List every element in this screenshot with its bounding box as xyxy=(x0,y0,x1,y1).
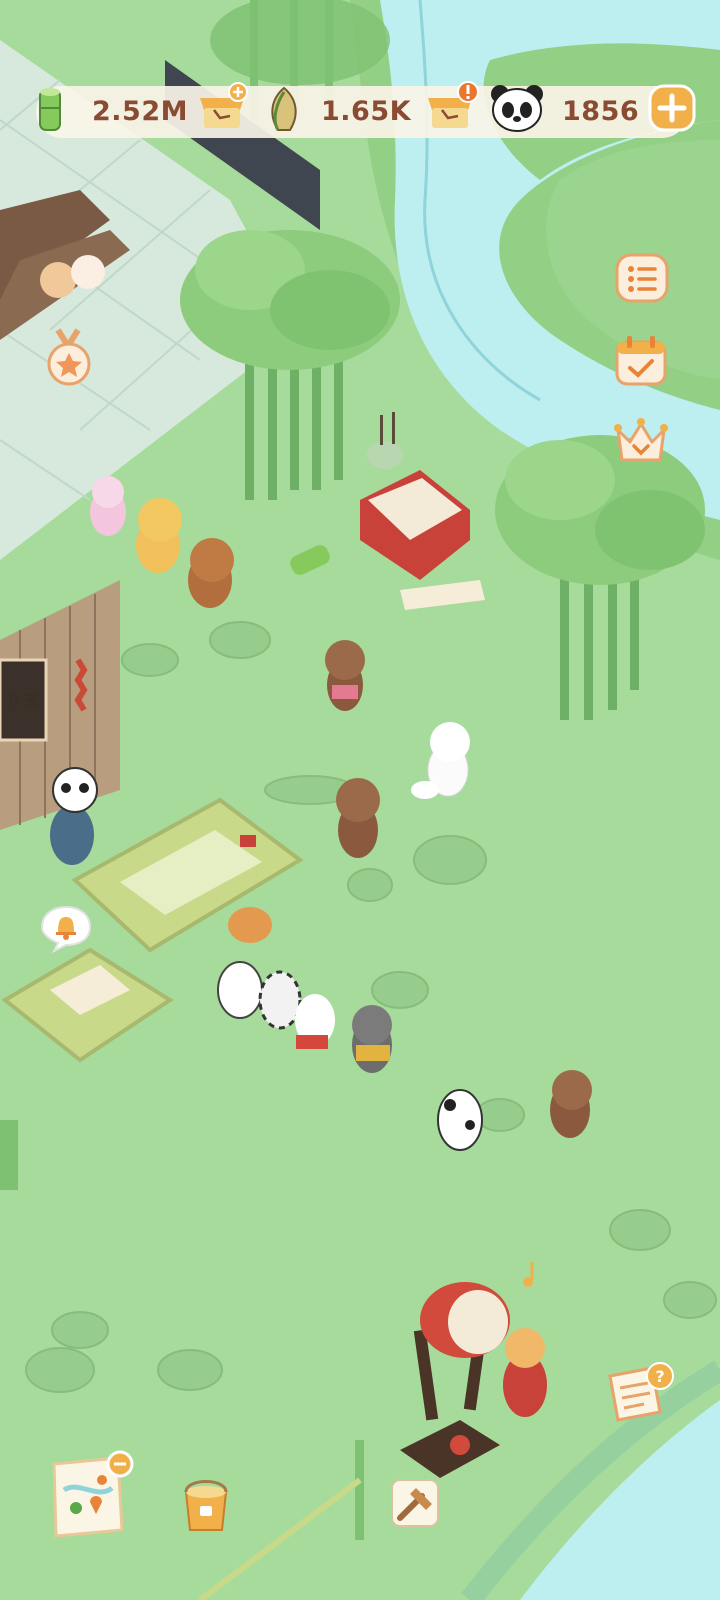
wooden-sign-text: ㄗ 天 xyxy=(4,692,39,710)
star-medal-icon[interactable] xyxy=(44,328,94,388)
bamboo-shoot-amount: 1.65K xyxy=(321,96,412,127)
bamboo-shoot-icon xyxy=(271,86,297,131)
hammer-tools-button[interactable] xyxy=(386,1474,444,1536)
monkey-drummer-npc xyxy=(503,1328,547,1417)
list-menu-icon[interactable] xyxy=(614,252,670,308)
add-panda-button[interactable] xyxy=(648,84,696,132)
world-map-button[interactable] xyxy=(48,1450,138,1542)
svg-text:?: ? xyxy=(655,1367,664,1386)
pink-rabbit-npc xyxy=(90,476,126,536)
bell-notification-icon[interactable] xyxy=(40,905,92,953)
paint-bucket-decorate-button[interactable] xyxy=(176,1472,236,1536)
bamboo-stump xyxy=(0,1120,18,1190)
crown-ranking-icon[interactable] xyxy=(612,414,670,468)
brown-bear-npc-1 xyxy=(188,538,234,608)
add-bamboo-shop-button[interactable] xyxy=(194,80,250,136)
tiger-npc xyxy=(136,498,182,573)
calendar-checkin-icon[interactable] xyxy=(612,334,670,388)
panda-count: 1856 xyxy=(562,96,640,127)
dalmatian-npc xyxy=(437,1089,483,1151)
brown-dog-npc-2 xyxy=(336,778,380,858)
bear-npc xyxy=(40,262,76,298)
task-notepad-help-button[interactable]: ? xyxy=(604,1358,676,1426)
shoot-shop-button[interactable] xyxy=(422,80,482,136)
rabbit-npc xyxy=(71,255,105,289)
bamboo-icon xyxy=(39,88,61,131)
brush-pot xyxy=(367,441,403,469)
panda-face-icon xyxy=(491,85,543,132)
brown-dog-npc-1 xyxy=(325,640,365,711)
bamboo-amount: 2.52M xyxy=(92,96,188,127)
